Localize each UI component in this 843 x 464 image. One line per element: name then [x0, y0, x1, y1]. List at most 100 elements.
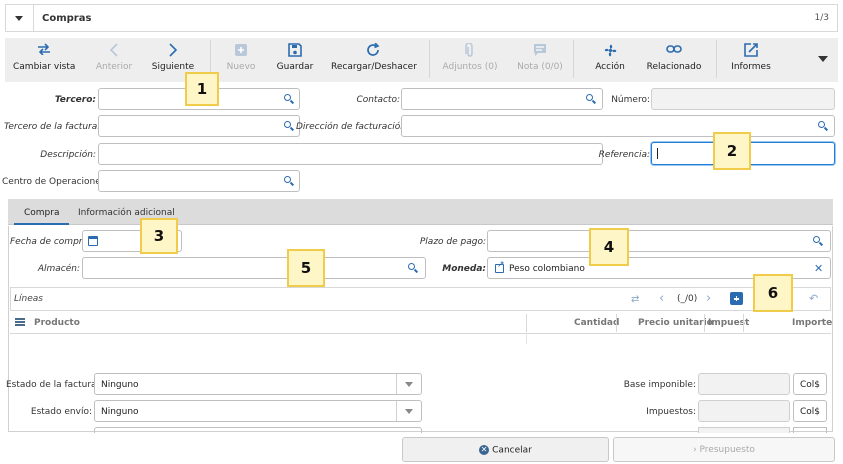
save-label: Guardar [276, 62, 314, 72]
tab-informacion-adicional[interactable]: Información adicional [78, 208, 175, 218]
purchase-date-label: Fecha de compra: [10, 237, 92, 247]
attachments-button[interactable]: Adjuntos (0) [442, 38, 498, 82]
reports-button[interactable]: Informes [729, 38, 773, 82]
external-edit-icon [729, 38, 773, 62]
invoice-party-field[interactable] [98, 115, 300, 137]
invoice-address-field[interactable] [401, 115, 835, 137]
reload-icon [331, 38, 415, 62]
open-record-icon[interactable] [495, 260, 505, 273]
tax-currency: Col$ [793, 400, 827, 422]
lines-grid-header: Producto Cantidad Precio unitario Impues… [10, 312, 832, 334]
toolbar: Cambiar vista Anterior Siguiente Nuevo G… [5, 38, 838, 82]
change-view-button[interactable]: Cambiar vista [13, 38, 75, 82]
attachments-label: Adjuntos (0) [442, 62, 498, 72]
column-divider [526, 314, 527, 332]
marker-1: 1 [185, 72, 219, 106]
cancel-button[interactable]: ✕ Cancelar [402, 437, 609, 462]
previous-button[interactable]: Anterior [93, 38, 135, 82]
operation-center-field[interactable] [98, 170, 300, 192]
save-icon [273, 38, 317, 62]
search-icon[interactable] [284, 94, 294, 104]
invoice-state-select[interactable]: Ninguno [94, 373, 422, 395]
marker-5: 5 [287, 249, 325, 287]
more-menu-chevron-down-icon[interactable] [818, 56, 828, 62]
column-divider [526, 334, 527, 344]
swap-arrows-icon[interactable]: ⇄ [631, 294, 639, 305]
window-header: Compras 1/3 [5, 4, 838, 32]
calendar-icon[interactable] [88, 236, 98, 246]
column-menu-icon[interactable] [15, 321, 25, 323]
toolbar-divider [429, 40, 430, 78]
toolbar-divider [716, 40, 717, 78]
invoice-state-value: Ninguno [101, 380, 139, 390]
partial-field [698, 427, 790, 433]
invoice-state-label: Estado de la factura: [6, 380, 100, 390]
new-label: Nuevo [226, 62, 256, 72]
link-icon [643, 38, 705, 62]
column-divider [616, 314, 617, 332]
contact-label: Contacto: [356, 95, 400, 105]
tab-compra[interactable]: Compra [24, 208, 60, 218]
operation-center-label: Centro de Operaciones: [2, 177, 109, 187]
search-icon[interactable] [408, 263, 418, 273]
undo-icon[interactable]: ↶ [809, 292, 818, 305]
cancel-icon: ✕ [479, 445, 490, 455]
text-cursor [657, 148, 658, 159]
lines-toolbar: Líneas ⇄ ‹ (_/0) › ↶ [10, 287, 831, 311]
window-title: Compras [42, 13, 92, 24]
party-label: Tercero: [54, 95, 96, 105]
column-producto[interactable]: Producto [34, 318, 80, 328]
clear-icon[interactable]: ✕ [814, 262, 823, 275]
column-precio-unitario[interactable]: Precio unitario [638, 318, 713, 328]
quote-button[interactable]: › Presupuesto [613, 437, 835, 462]
next-label: Siguiente [151, 62, 195, 72]
description-field[interactable] [98, 143, 603, 165]
untaxed-currency: Col$ [793, 373, 827, 395]
partial-field [793, 427, 827, 433]
fan-icon [587, 38, 633, 62]
add-line-button[interactable] [730, 292, 743, 305]
note-button[interactable]: Nota (0/0) [517, 38, 563, 82]
search-icon[interactable] [818, 121, 828, 131]
column-divider [743, 314, 744, 332]
chevron-down-icon[interactable] [396, 374, 421, 394]
warehouse-field[interactable] [82, 257, 426, 279]
marker-4: 4 [589, 228, 629, 266]
contact-field[interactable] [401, 88, 603, 110]
lines-pager: (_/0) [677, 294, 698, 304]
description-label: Descripción: [40, 150, 96, 160]
payment-term-field[interactable] [487, 230, 831, 252]
related-label: Relacionado [646, 62, 702, 72]
reload-button[interactable]: Recargar/Deshacer [331, 38, 417, 82]
chevron-left-icon[interactable]: ‹ [659, 291, 664, 306]
column-divider [704, 314, 705, 332]
marker-6: 6 [753, 274, 793, 312]
action-button[interactable]: Acción [587, 38, 633, 82]
chevron-down-icon[interactable] [396, 401, 421, 421]
search-icon[interactable] [284, 121, 294, 131]
shipment-state-select[interactable]: Ninguno [94, 400, 422, 422]
chevron-right-icon[interactable]: › [706, 291, 711, 306]
paperclip-icon [442, 38, 498, 62]
column-cantidad[interactable]: Cantidad [574, 318, 619, 328]
shipment-state-value: Ninguno [101, 407, 139, 417]
search-icon[interactable] [813, 236, 823, 246]
related-button[interactable]: Relacionado [643, 38, 705, 82]
search-icon[interactable] [284, 176, 294, 186]
cancel-label: Cancelar [492, 445, 532, 456]
invoice-party-label: Tercero de la factura: [4, 122, 101, 132]
change-view-label: Cambiar vista [13, 62, 76, 72]
tax-amount-field [698, 400, 790, 422]
save-button[interactable]: Guardar [273, 38, 317, 82]
active-tab-indicator [14, 223, 69, 225]
new-button[interactable]: Nuevo [221, 38, 261, 82]
reference-label: Referencia: [598, 150, 650, 160]
search-icon[interactable] [586, 94, 596, 104]
marker-3: 3 [140, 218, 178, 254]
shipment-state-label: Estado envío: [30, 407, 92, 417]
collapse-toggle-icon[interactable] [6, 5, 34, 31]
currency-label: Moneda: [442, 264, 486, 274]
toolbar-divider [573, 40, 574, 78]
tab-bar: Compra Información adicional [8, 199, 833, 225]
column-importe[interactable]: Importe [792, 318, 832, 328]
